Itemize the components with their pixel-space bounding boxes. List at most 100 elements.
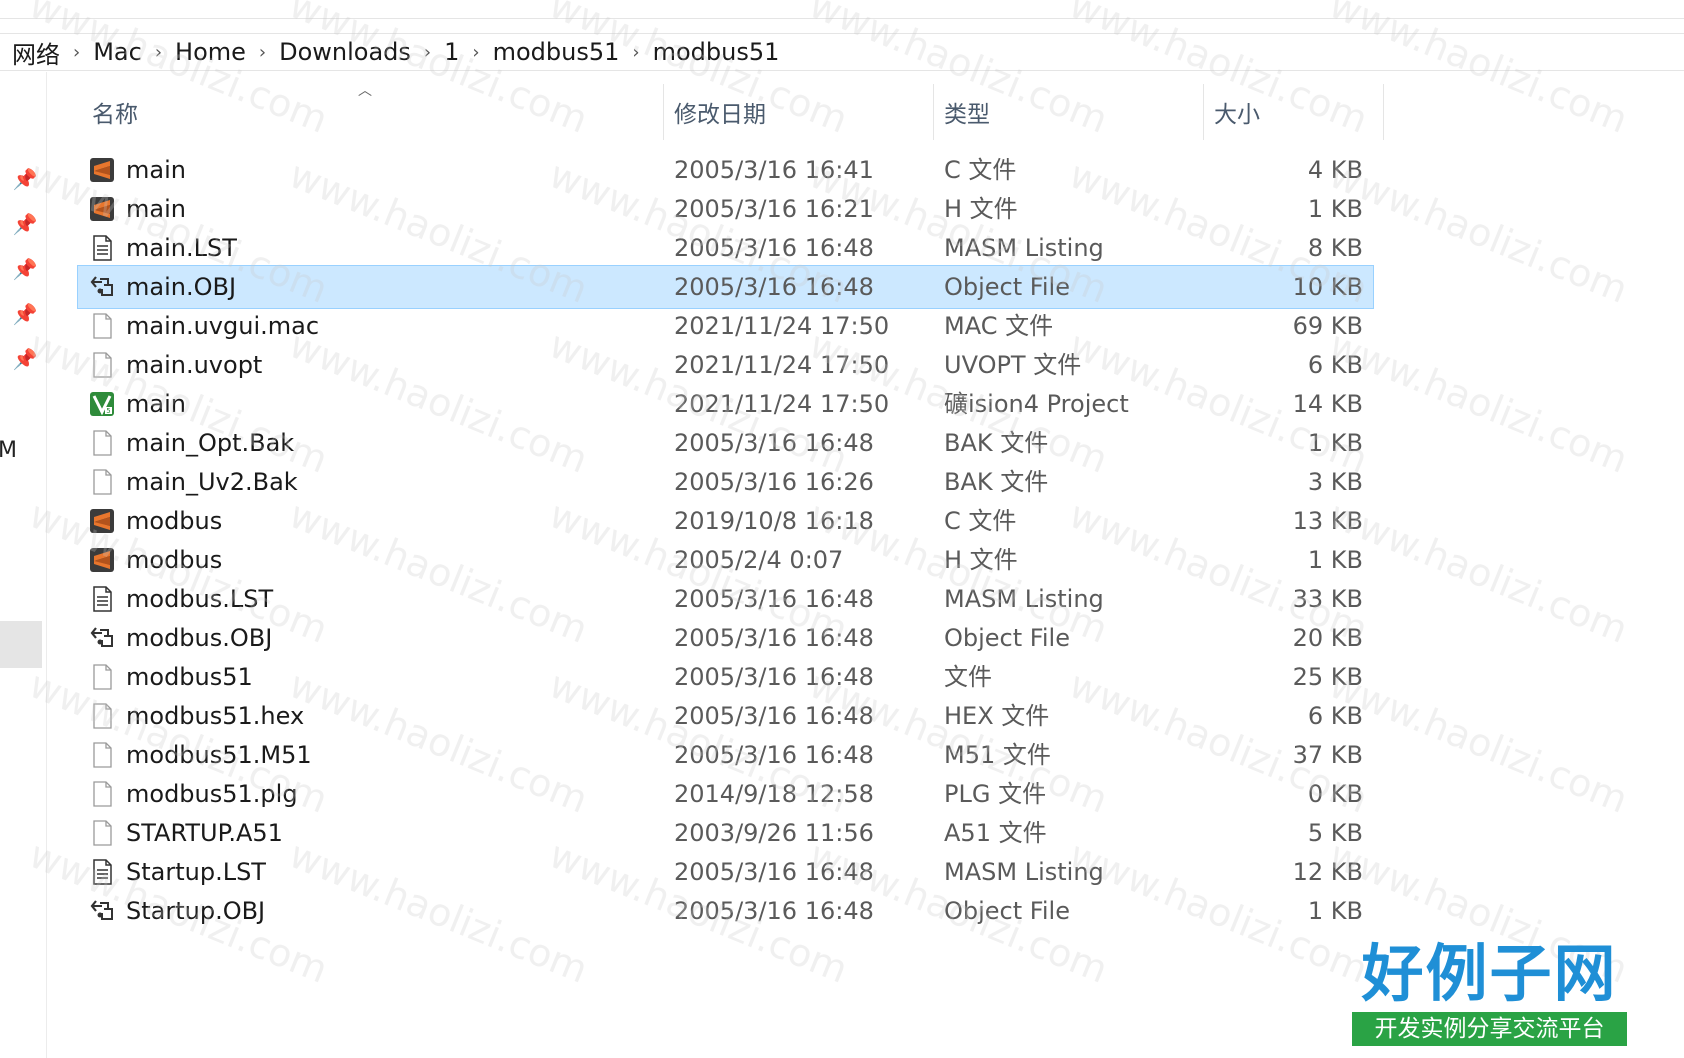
file-modified: 2019/10/8 16:18 <box>674 507 874 535</box>
pin-icon[interactable]: 📌 <box>12 256 38 282</box>
column-header-name[interactable]: 名称 <box>82 84 664 140</box>
file-row[interactable]: main 2005/3/16 16:41 C 文件 4 KB <box>78 149 1373 191</box>
file-name[interactable]: main <box>126 149 186 191</box>
file-type: C 文件 <box>944 156 1017 184</box>
file-row[interactable]: modbus 2019/10/8 16:18 C 文件 13 KB <box>78 500 1373 542</box>
file-size: 0 KB <box>1307 780 1363 808</box>
file-name[interactable]: modbus51 <box>126 656 253 698</box>
file-name[interactable]: modbus51.hex <box>126 695 304 737</box>
file-row[interactable]: main.uvgui.mac 2021/11/24 17:50 MAC 文件 69 K… <box>78 305 1373 347</box>
file-name[interactable]: main.LST <box>126 227 237 269</box>
file-name[interactable]: modbus.OBJ <box>126 617 272 659</box>
file-name[interactable]: main_Opt.Bak <box>126 422 294 464</box>
breadcrumb-item[interactable]: 1 <box>444 38 459 66</box>
file-name[interactable]: main <box>126 188 186 230</box>
file-type: HEX 文件 <box>944 702 1050 730</box>
file-row[interactable]: Startup.LST 2005/3/16 16:48 MASM Listing 12… <box>78 851 1373 893</box>
file-type: M51 文件 <box>944 741 1051 769</box>
file-name[interactable]: STARTUP.A51 <box>126 812 283 854</box>
file-modified: 2005/3/16 16:48 <box>674 702 874 730</box>
file-type: Object File <box>944 897 1070 925</box>
file-row[interactable]: main.uvopt 2021/11/24 17:50 UVOPT 文件 6 KB <box>78 344 1373 386</box>
file-modified: 2005/3/16 16:48 <box>674 429 874 457</box>
column-size-label: 大小 <box>1214 102 1260 128</box>
file-modified: 2005/3/16 16:48 <box>674 273 874 301</box>
breadcrumb-item[interactable]: Mac <box>93 38 142 66</box>
file-name[interactable]: modbus <box>126 539 222 581</box>
chevron-right-icon[interactable]: › <box>472 42 479 63</box>
pin-icon[interactable]: 📌 <box>12 166 38 192</box>
breadcrumb-item[interactable]: Home <box>175 38 246 66</box>
file-row[interactable]: modbus51 2005/3/16 16:48 文件 25 KB <box>78 656 1373 698</box>
file-row[interactable]: main_Opt.Bak 2005/3/16 16:48 BAK 文件 1 KB <box>78 422 1373 464</box>
file-type: 礦ision4 Project <box>944 390 1129 418</box>
file-size: 14 KB <box>1292 390 1363 418</box>
file-size: 1 KB <box>1307 546 1363 574</box>
column-header-size[interactable]: 大小 <box>1204 84 1384 140</box>
file-row[interactable]: main.OBJ 2005/3/16 16:48 Object File 10 KB <box>77 265 1374 309</box>
file-name[interactable]: main.uvopt <box>126 344 262 386</box>
chevron-right-icon[interactable]: › <box>632 42 639 63</box>
file-size: 13 KB <box>1292 507 1363 535</box>
file-name[interactable]: main <box>126 383 186 425</box>
file-type: MASM Listing <box>944 858 1104 886</box>
file-name[interactable]: modbus51.M51 <box>126 734 312 776</box>
file-size: 5 KB <box>1307 819 1363 847</box>
file-row[interactable]: Startup.OBJ 2005/3/16 16:48 Object File 1 K… <box>78 890 1373 932</box>
file-type: BAK 文件 <box>944 429 1049 457</box>
file-row[interactable]: 5 main 2021/11/24 17:50 礦ision4 Project 14 K… <box>78 383 1373 425</box>
file-row[interactable]: modbus 2005/2/4 0:07 H 文件 1 KB <box>78 539 1373 581</box>
chevron-right-icon[interactable]: › <box>259 42 266 63</box>
chevron-right-icon[interactable]: › <box>424 42 431 63</box>
chevron-right-icon[interactable]: › <box>155 42 162 63</box>
column-header-modified[interactable]: 修改日期 <box>664 84 934 140</box>
column-modified-label: 修改日期 <box>674 102 766 128</box>
file-row[interactable]: modbus.OBJ 2005/3/16 16:48 Object File 20 K… <box>78 617 1373 659</box>
breadcrumb-item[interactable]: 网络 <box>12 35 60 70</box>
pin-icon[interactable]: 📌 <box>12 301 38 327</box>
file-row[interactable]: main_Uv2.Bak 2005/3/16 16:26 BAK 文件 3 KB <box>78 461 1373 503</box>
column-header-type[interactable]: 类型 <box>934 84 1204 140</box>
file-name[interactable]: main.uvgui.mac <box>126 305 319 347</box>
chevron-right-icon[interactable]: › <box>73 42 80 63</box>
breadcrumb-item[interactable]: modbus51 <box>493 38 620 66</box>
file-size: 4 KB <box>1307 156 1363 184</box>
file-name[interactable]: Startup.OBJ <box>126 890 265 932</box>
file-row[interactable]: main.LST 2005/3/16 16:48 MASM Listing 8 KB <box>78 227 1373 269</box>
file-size: 12 KB <box>1292 858 1363 886</box>
file-size: 25 KB <box>1292 663 1363 691</box>
file-size: 20 KB <box>1292 624 1363 652</box>
breadcrumb-item[interactable]: Downloads <box>279 38 411 66</box>
file-name[interactable]: main_Uv2.Bak <box>126 461 298 503</box>
file-size: 6 KB <box>1307 702 1363 730</box>
file-type: MASM Listing <box>944 234 1104 262</box>
file-modified: 2005/2/4 0:07 <box>674 546 844 574</box>
file-modified: 2003/9/26 11:56 <box>674 819 874 847</box>
file-type: H 文件 <box>944 195 1018 223</box>
file-name[interactable]: Startup.LST <box>126 851 266 893</box>
breadcrumb[interactable]: 网络 › Mac › Home › Downloads › 1 › modbus51 › modbus5… <box>0 33 1684 71</box>
pin-icon[interactable]: 📌 <box>12 211 38 237</box>
file-row[interactable]: modbus51.M51 2005/3/16 16:48 M51 文件 37 KB <box>78 734 1373 776</box>
file-type: H 文件 <box>944 546 1018 574</box>
file-modified: 2021/11/24 17:50 <box>674 390 890 418</box>
breadcrumb-item[interactable]: modbus51 <box>653 38 780 66</box>
file-row[interactable]: STARTUP.A51 2003/9/26 11:56 A51 文件 5 KB <box>78 812 1373 854</box>
file-name[interactable]: main.OBJ <box>126 266 236 308</box>
file-row[interactable]: modbus.LST 2005/3/16 16:48 MASM Listing 33 … <box>78 578 1373 620</box>
logo-title: 好例子网 <box>1361 937 1618 1010</box>
file-row[interactable]: modbus51.plg 2014/9/18 12:58 PLG 文件 0 KB <box>78 773 1373 815</box>
file-size: 33 KB <box>1292 585 1363 613</box>
nav-item-label[interactable]: M <box>0 438 17 463</box>
file-name[interactable]: modbus <box>126 500 222 542</box>
nav-item-selected[interactable] <box>0 621 42 668</box>
svg-text:5: 5 <box>106 407 110 415</box>
pin-icon[interactable]: 📌 <box>12 346 38 372</box>
file-name[interactable]: modbus.LST <box>126 578 273 620</box>
file-modified: 2005/3/16 16:48 <box>674 858 874 886</box>
file-modified: 2005/3/16 16:26 <box>674 468 874 496</box>
file-name[interactable]: modbus51.plg <box>126 773 298 815</box>
file-row[interactable]: modbus51.hex 2005/3/16 16:48 HEX 文件 6 KB <box>78 695 1373 737</box>
file-row[interactable]: main 2005/3/16 16:21 H 文件 1 KB <box>78 188 1373 230</box>
file-type: MASM Listing <box>944 585 1104 613</box>
